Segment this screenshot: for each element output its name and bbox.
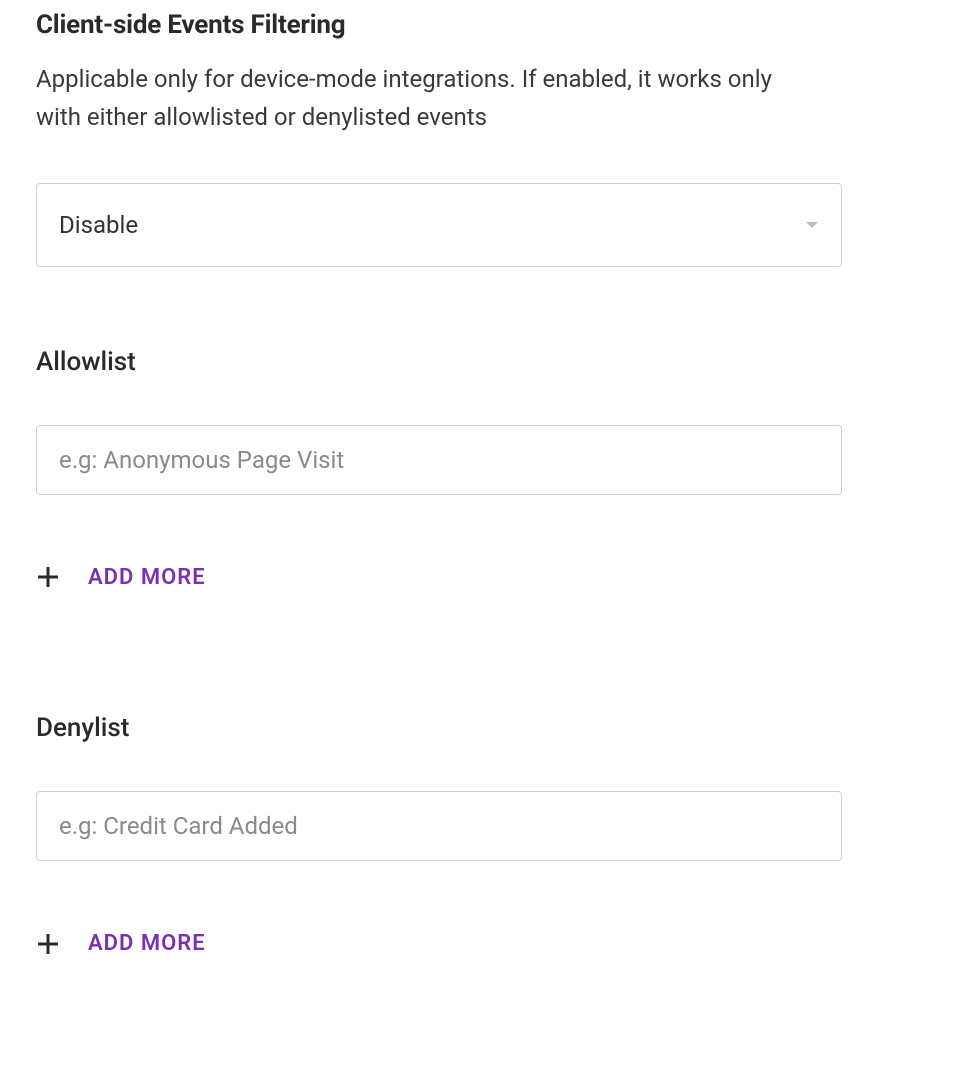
denylist-input[interactable] bbox=[36, 791, 842, 861]
filter-mode-select[interactable]: Disable bbox=[36, 183, 842, 267]
section-title: Client-side Events Filtering bbox=[36, 10, 924, 40]
plus-icon bbox=[36, 565, 60, 589]
allowlist-section: Allowlist ADD MORE bbox=[36, 347, 924, 594]
add-more-label: ADD MORE bbox=[88, 565, 206, 590]
denylist-title: Denylist bbox=[36, 713, 924, 743]
filter-mode-value: Disable bbox=[59, 211, 805, 239]
chevron-down-icon bbox=[805, 221, 819, 229]
section-description: Applicable only for device-mode integrat… bbox=[36, 60, 806, 137]
allowlist-add-more-button[interactable]: ADD MORE bbox=[36, 565, 206, 590]
denylist-section: Denylist ADD MORE bbox=[36, 713, 924, 960]
plus-icon bbox=[36, 932, 60, 956]
allowlist-input[interactable] bbox=[36, 425, 842, 495]
allowlist-title: Allowlist bbox=[36, 347, 924, 377]
add-more-label: ADD MORE bbox=[88, 931, 206, 956]
denylist-add-more-button[interactable]: ADD MORE bbox=[36, 931, 206, 956]
filter-mode-select-wrap: Disable bbox=[36, 183, 842, 267]
